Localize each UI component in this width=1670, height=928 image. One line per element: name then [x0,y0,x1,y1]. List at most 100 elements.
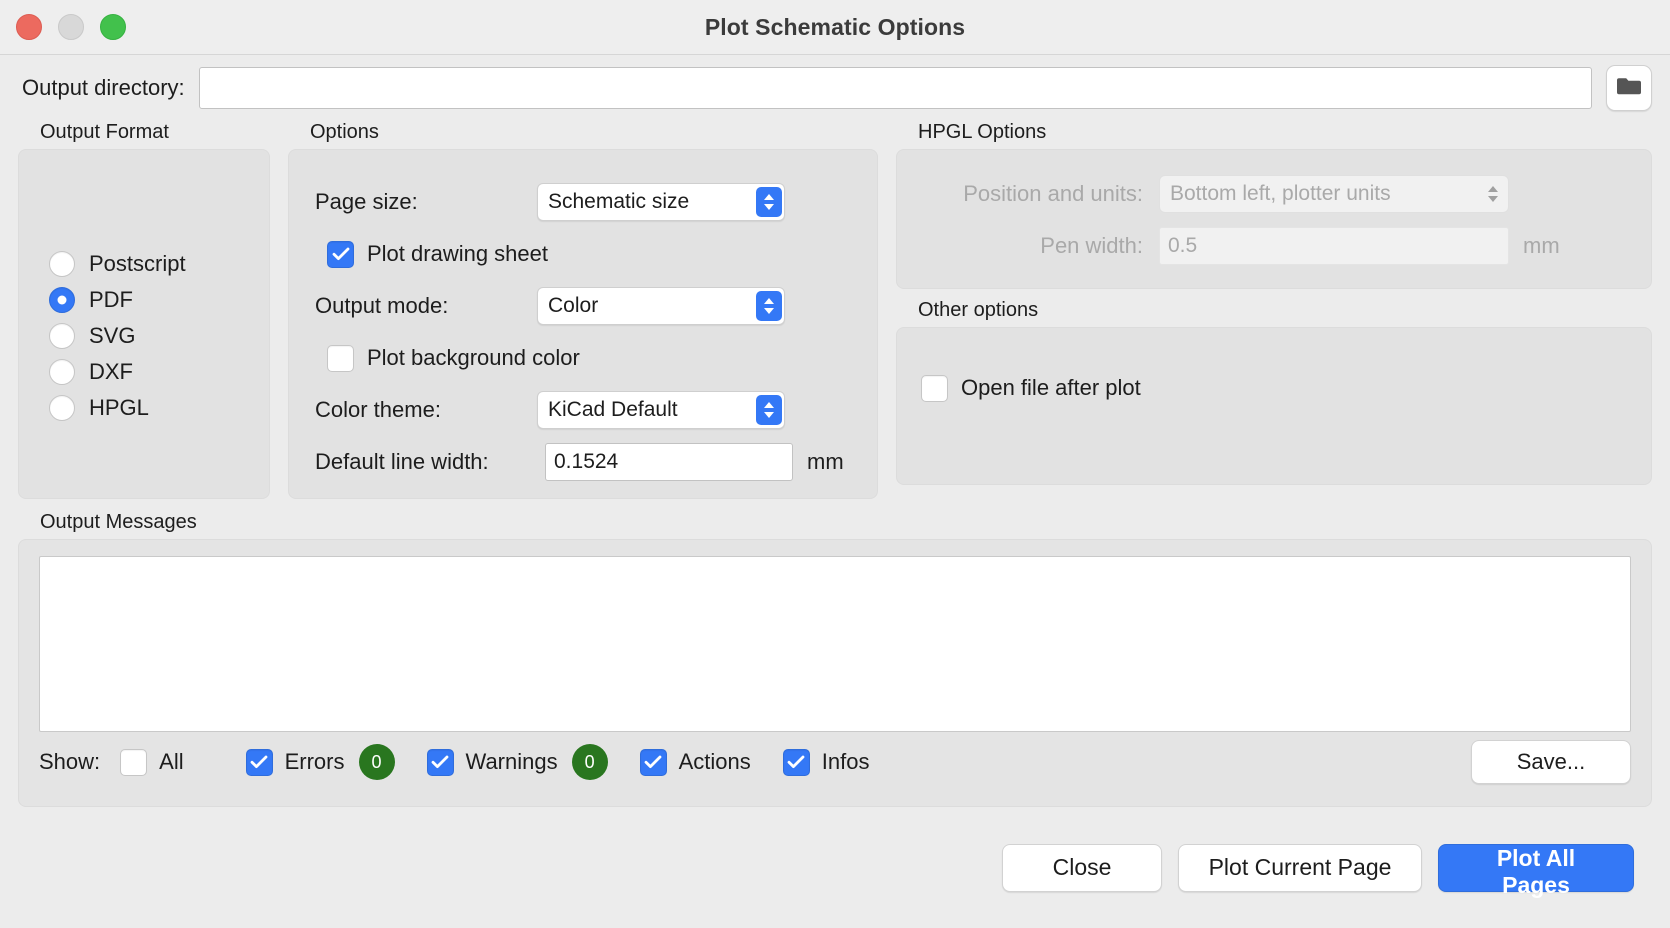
folder-icon [1616,76,1642,101]
close-dialog-button[interactable]: Close [1002,844,1162,892]
right-column: HPGL Options Position and units: Bottom … [896,121,1652,485]
chevron-updown-icon [756,291,782,321]
window-title: Plot Schematic Options [0,14,1670,41]
output-format-panel: Postscript PDF SVG DXF [18,149,270,499]
radio-postscript-label: Postscript [89,251,186,277]
filter-actions-label: Actions [679,749,751,775]
filter-infos[interactable]: Infos [783,749,870,776]
filter-warnings-indicator [427,749,454,776]
message-filter-row: Show: All Errors 0 [39,732,1631,792]
plot-drawing-sheet-label: Plot drawing sheet [367,241,548,267]
plot-background-color-checkbox[interactable]: Plot background color [315,332,855,384]
filter-actions[interactable]: Actions [640,749,751,776]
color-theme-value: KiCad Default [548,398,756,422]
radio-svg-label: SVG [89,323,135,349]
radio-svg[interactable]: SVG [49,318,269,354]
position-and-units-row: Position and units: Bottom left, plotter… [921,168,1627,220]
other-options-panel: Open file after plot [896,327,1652,485]
open-file-after-plot-indicator [921,375,948,402]
radio-dxf[interactable]: DXF [49,354,269,390]
output-mode-value: Color [548,294,756,318]
other-options-label: Other options [896,289,1652,327]
radio-pdf-label: PDF [89,287,133,313]
position-and-units-select: Bottom left, plotter units [1159,175,1509,213]
window-controls [16,14,126,40]
radio-postscript-indicator [49,251,75,277]
default-line-width-input[interactable] [545,443,793,481]
plot-drawing-sheet-indicator [327,241,354,268]
minimize-button[interactable] [58,14,84,40]
options-panel: Page size: Schematic size [288,149,878,499]
filter-warnings[interactable]: Warnings [427,749,558,776]
chevron-updown-icon [1480,179,1506,209]
browse-directory-button[interactable] [1606,65,1652,111]
plot-current-page-button[interactable]: Plot Current Page [1178,844,1422,892]
color-theme-label: Color theme: [315,397,537,423]
radio-dxf-indicator [49,359,75,385]
output-directory-input[interactable] [199,67,1592,109]
options-label: Options [288,121,878,149]
filter-infos-label: Infos [822,749,870,775]
default-line-width-unit: mm [793,449,844,475]
filter-actions-indicator [640,749,667,776]
radio-pdf[interactable]: PDF [49,282,269,318]
output-format-group: Output Format Postscript PDF SVG [18,121,270,499]
page-size-select[interactable]: Schematic size [537,183,785,221]
maximize-button[interactable] [100,14,126,40]
plot-drawing-sheet-checkbox[interactable]: Plot drawing sheet [315,228,855,280]
page-size-value: Schematic size [548,190,756,214]
plot-all-pages-button[interactable]: Plot All Pages [1438,844,1634,892]
output-mode-select[interactable]: Color [537,287,785,325]
show-label: Show: [39,749,120,775]
output-directory-label: Output directory: [18,75,185,101]
open-file-after-plot-label: Open file after plot [961,375,1141,401]
filter-errors-label: Errors [285,749,345,775]
page-size-row: Page size: Schematic size [315,176,855,228]
output-directory-row: Output directory: [18,55,1652,121]
title-bar: Plot Schematic Options [0,0,1670,55]
radio-pdf-indicator [49,287,75,313]
radio-hpgl-indicator [49,395,75,421]
save-messages-button[interactable]: Save... [1471,740,1631,784]
options-group: Options Page size: Schematic size [288,121,878,499]
filter-infos-indicator [783,749,810,776]
chevron-updown-icon [756,395,782,425]
default-line-width-row: Default line width: mm [315,436,855,488]
filter-all[interactable]: All [120,749,183,776]
open-file-after-plot-checkbox[interactable]: Open file after plot [921,362,1627,414]
radio-hpgl[interactable]: HPGL [49,390,269,426]
filter-all-indicator [120,749,147,776]
filter-warnings-label: Warnings [466,749,558,775]
pen-width-unit: mm [1509,233,1560,259]
dialog-footer: Close Plot Current Page Plot All Pages [18,807,1652,928]
dialog-content: Output directory: Output Format Postscri… [0,55,1670,928]
position-and-units-label: Position and units: [921,181,1159,207]
output-messages-panel: Show: All Errors 0 [18,539,1652,807]
radio-postscript[interactable]: Postscript [49,246,269,282]
output-messages-box[interactable] [39,556,1631,732]
radio-hpgl-label: HPGL [89,395,149,421]
warnings-count-badge: 0 [572,744,608,780]
filter-errors-indicator [246,749,273,776]
plot-background-color-label: Plot background color [367,345,580,371]
plot-background-color-indicator [327,345,354,372]
radio-dxf-label: DXF [89,359,133,385]
filter-all-label: All [159,749,183,775]
output-messages-label: Output Messages [18,511,1652,539]
color-theme-row: Color theme: KiCad Default [315,384,855,436]
position-and-units-value: Bottom left, plotter units [1170,182,1480,206]
output-mode-row: Output mode: Color [315,280,855,332]
color-theme-select[interactable]: KiCad Default [537,391,785,429]
pen-width-input: 0.5 [1159,227,1509,265]
page-size-label: Page size: [315,189,537,215]
close-button[interactable] [16,14,42,40]
chevron-updown-icon [756,187,782,217]
output-messages-group: Output Messages Show: All Errors [18,511,1652,807]
output-format-label: Output Format [18,121,270,149]
radio-svg-indicator [49,323,75,349]
default-line-width-label: Default line width: [315,449,545,475]
output-mode-label: Output mode: [315,293,537,319]
hpgl-options-label: HPGL Options [896,121,1652,149]
filter-errors[interactable]: Errors [246,749,345,776]
pen-width-row: Pen width: 0.5 mm [921,220,1627,272]
